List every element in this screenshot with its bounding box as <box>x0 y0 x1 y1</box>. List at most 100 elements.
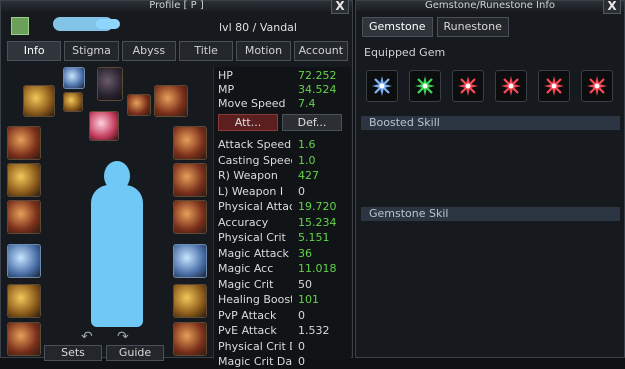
tab-abyss[interactable]: Abyss <box>121 41 176 61</box>
stat-category-buttons: Att... Def... <box>218 114 342 131</box>
stat-value: 34.524 <box>298 83 337 96</box>
stat-value: 1.532 <box>298 324 330 337</box>
silhouette-body <box>91 185 143 327</box>
feather-slot-icon[interactable] <box>127 94 151 116</box>
stat-row: Magic Crit 50 <box>218 277 348 292</box>
stat-label: Magic Acc <box>218 262 274 275</box>
gloves-slot-icon[interactable] <box>7 200 41 234</box>
stat-label: Attack Speed <box>218 138 292 151</box>
stat-label: Healing Boost <box>218 293 292 306</box>
stat-label: Magic Attack <box>218 246 289 260</box>
shoulders-slot-icon[interactable] <box>173 126 207 160</box>
stat-row: Healing Boost 101 <box>218 292 348 307</box>
gem-slot[interactable] <box>495 70 527 102</box>
stat-label: Physical Crit D <box>218 339 292 353</box>
stat-row: Physical Attack 19.720 <box>218 199 348 214</box>
stat-label: MP <box>218 83 235 96</box>
stat-value: 11.018 <box>298 262 337 275</box>
guild-emblem-icon <box>11 17 29 35</box>
stat-row: Magic Attack 36 <box>218 246 348 261</box>
stat-row: PvE Attack 1.532 <box>218 323 348 338</box>
stat-value: 101 <box>298 293 319 306</box>
pants-slot-icon[interactable] <box>173 163 207 197</box>
stat-value: 15.234 <box>298 215 337 229</box>
chest-slot-icon[interactable] <box>7 163 41 197</box>
tab-stigma[interactable]: Stigma <box>64 41 119 61</box>
stat-value: 7.4 <box>298 97 316 110</box>
cloak-slot-icon[interactable] <box>97 67 123 101</box>
level-class: lvl 80 / Vandal <box>219 21 297 34</box>
stat-row: Physical Crit D 0 <box>218 339 348 354</box>
earring-left-slot-icon[interactable] <box>7 244 41 278</box>
gem-slot[interactable] <box>366 70 398 102</box>
profile-window: Profile [ P ] X lvl 80 / Vandal Info Sti… <box>0 0 353 368</box>
stat-value: 0 <box>298 308 305 322</box>
profile-tabs: Info Stigma Abyss Title Motion Account <box>7 41 348 61</box>
stat-row: PvP Attack 0 <box>218 308 348 323</box>
stat-label: L) Weapon I <box>218 184 284 198</box>
stat-value: 19.720 <box>298 200 337 213</box>
rotate-left-icon[interactable]: ↶ <box>81 329 93 345</box>
boosted-skill-header: Boosted Skill <box>361 116 620 130</box>
tab-runestone[interactable]: Runestone <box>436 17 509 37</box>
profile-close-button[interactable]: X <box>331 0 349 14</box>
gemstone-titlebar: Gemstone/Runestone Info X <box>356 0 624 14</box>
gemstone-tabs: Gemstone Runestone <box>362 17 509 37</box>
tab-title[interactable]: Title <box>178 41 234 61</box>
tab-info[interactable]: Info <box>7 41 62 61</box>
helmet-slot-icon[interactable] <box>7 126 41 160</box>
red-gem-icon <box>544 76 564 96</box>
tab-motion[interactable]: Motion <box>236 41 291 61</box>
character-row: lvl 80 / Vandal <box>1 14 352 38</box>
stat-label: PvE Attack <box>218 324 277 337</box>
profile-titlebar: Profile [ P ] X <box>1 0 352 14</box>
defense-stats-button[interactable]: Def... <box>282 114 342 131</box>
bottom-tabs: Sets Guide <box>44 345 164 361</box>
rotate-right-icon[interactable]: ↷ <box>117 329 129 345</box>
gem-slot[interactable] <box>452 70 484 102</box>
red-gem-icon <box>501 76 521 96</box>
boots-slot-icon[interactable] <box>173 200 207 234</box>
ring-left-slot-icon[interactable] <box>7 284 41 318</box>
ring-right-slot-icon[interactable] <box>173 284 207 318</box>
stat-label: Magic Crit <box>218 277 274 291</box>
tab-gemstone[interactable]: Gemstone <box>362 17 433 37</box>
stat-value: 5.151 <box>298 231 330 244</box>
gem-slot[interactable] <box>538 70 570 102</box>
attack-stats-button[interactable]: Att... <box>218 114 278 131</box>
blue-gem-icon <box>372 76 392 96</box>
stat-row: MP 34.524 <box>218 82 348 97</box>
stat-row: L) Weapon I 0 <box>218 184 348 199</box>
stat-label: Casting Speed <box>218 153 292 167</box>
red-gem-icon <box>458 76 478 96</box>
stat-row: Physical Crit 5.151 <box>218 230 348 245</box>
arrow-slot-icon[interactable] <box>63 92 83 112</box>
profile-title: Profile [ P ] <box>149 0 204 11</box>
stat-label: PvP Attack <box>218 308 277 322</box>
tab-account[interactable]: Account <box>293 41 348 61</box>
stat-label: R) Weapon <box>218 169 278 182</box>
bracelet-right-slot-icon[interactable] <box>173 322 207 356</box>
stat-row: Magic Acc 11.018 <box>218 261 348 276</box>
main-weapon-slot-icon[interactable] <box>23 85 55 117</box>
gemstone-close-button[interactable]: X <box>603 0 621 14</box>
character-name-blur-2 <box>96 19 120 29</box>
bracelet-left-slot-icon[interactable] <box>7 322 41 356</box>
earring-right-slot-icon[interactable] <box>173 244 207 278</box>
gem-slot[interactable] <box>409 70 441 102</box>
sets-button[interactable]: Sets <box>44 345 102 361</box>
gem-slots <box>366 70 613 102</box>
stat-value: 0 <box>298 355 305 368</box>
guide-button[interactable]: Guide <box>106 345 164 361</box>
wing-slot-icon[interactable] <box>63 67 85 89</box>
stat-value: 0 <box>298 339 305 353</box>
gemstone-title: Gemstone/Runestone Info <box>425 0 555 11</box>
amulet-slot-icon[interactable] <box>89 111 119 141</box>
stat-value: 427 <box>298 169 319 182</box>
stat-value: 50 <box>298 277 312 291</box>
stat-row: Move Speed 7.4 <box>218 96 348 111</box>
gem-slot[interactable] <box>581 70 613 102</box>
stat-label: Accuracy <box>218 215 269 229</box>
offhand-slot-icon[interactable] <box>154 85 188 117</box>
stat-value: 1.0 <box>298 153 316 167</box>
